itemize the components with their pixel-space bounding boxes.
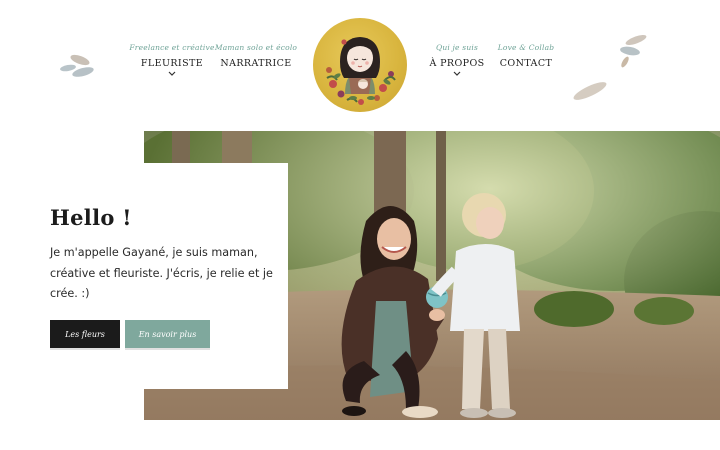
leaf-decoration-icon [573,35,647,100]
nav-tagline: Love & Collab [497,43,555,52]
nav-item-contact[interactable]: Love & Collab CONTACT [481,42,571,69]
leaf-decoration-icon [60,54,94,77]
learn-more-button[interactable]: En savoir plus [125,320,210,350]
flowers-button[interactable]: Les fleurs [50,320,120,350]
chevron-down-icon [168,71,176,76]
nav-tagline: Freelance et créative [129,43,215,52]
nav-tagline: Maman solo et écolo [214,43,298,52]
nav-item-narratrice[interactable]: Maman solo et écolo NARRATRICE [211,42,301,69]
chevron-down-icon [453,71,461,76]
logo-illustration [326,37,396,105]
nav-item-fleuriste[interactable]: Freelance et créative FLEURISTE [127,42,217,77]
site-logo[interactable] [313,18,407,112]
nav-label: CONTACT [499,58,553,69]
site-header: Freelance et créative FLEURISTE Maman so… [0,0,720,120]
nav-label: NARRATRICE [220,58,292,69]
hero-title: Hello ! [50,205,132,230]
nav-label: FLEURISTE [140,58,204,69]
hero-description: Je m'appelle Gayané, je suis maman, créa… [50,246,273,300]
